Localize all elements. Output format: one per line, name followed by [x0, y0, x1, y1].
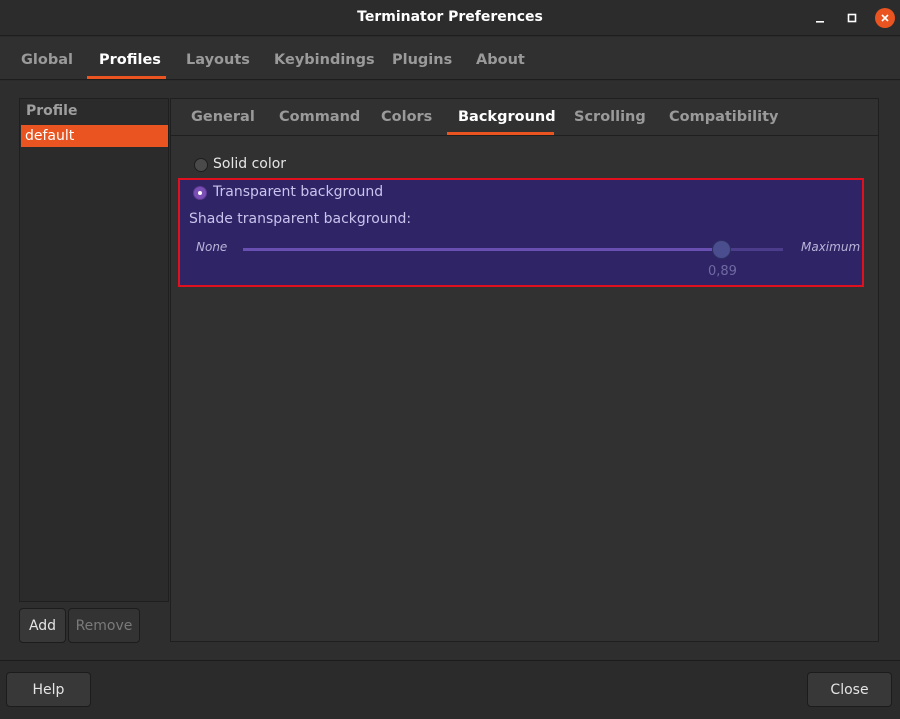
tab-scrolling[interactable]: Scrolling [574, 109, 646, 125]
inner-tab-bar: General Command Colors Background Scroll… [171, 99, 878, 136]
tab-background[interactable]: Background [458, 109, 556, 125]
tab-general[interactable]: General [191, 109, 255, 125]
transparent-background-radio[interactable] [193, 186, 207, 200]
solid-color-radio[interactable] [194, 158, 208, 172]
minimize-icon [816, 21, 824, 23]
close-window-button[interactable] [875, 8, 895, 28]
shade-value: 0,89 [708, 264, 737, 279]
slider-min-label: None [196, 240, 228, 254]
minimize-button[interactable] [810, 8, 830, 28]
profile-list: Profile default [19, 98, 169, 602]
tab-layouts[interactable]: Layouts [186, 52, 250, 68]
shade-slider-handle[interactable] [712, 240, 731, 259]
slider-max-label: Maximum [801, 240, 861, 254]
tab-about[interactable]: About [476, 52, 525, 68]
close-button[interactable]: Close [807, 672, 892, 707]
maximize-icon [847, 13, 857, 23]
tab-colors[interactable]: Colors [381, 109, 432, 125]
outer-tab-bar: Global Profiles Layouts Keybindings Plug… [0, 37, 900, 80]
tab-command[interactable]: Command [279, 109, 360, 125]
maximize-button[interactable] [842, 8, 862, 28]
shade-label: Shade transparent background: [189, 211, 412, 227]
add-profile-button[interactable]: Add [19, 608, 66, 643]
remove-profile-button[interactable]: Remove [68, 608, 140, 643]
window-title: Terminator Preferences [357, 9, 543, 25]
shade-slider-fill [243, 248, 721, 251]
active-inner-tab-indicator [447, 132, 554, 135]
active-tab-indicator [87, 76, 166, 79]
close-icon [881, 14, 889, 22]
help-button[interactable]: Help [6, 672, 91, 707]
tab-plugins[interactable]: Plugins [392, 52, 452, 68]
profile-column-header: Profile [26, 103, 78, 119]
tab-keybindings[interactable]: Keybindings [274, 52, 375, 68]
dialog-footer [0, 660, 900, 719]
tab-global[interactable]: Global [21, 52, 73, 68]
tab-profiles[interactable]: Profiles [99, 52, 161, 68]
solid-color-label: Solid color [213, 156, 287, 172]
title-bar: Terminator Preferences [0, 0, 900, 36]
profile-item-default[interactable]: default [21, 125, 168, 147]
transparent-background-label: Transparent background [213, 184, 384, 200]
tab-compatibility[interactable]: Compatibility [669, 109, 778, 125]
